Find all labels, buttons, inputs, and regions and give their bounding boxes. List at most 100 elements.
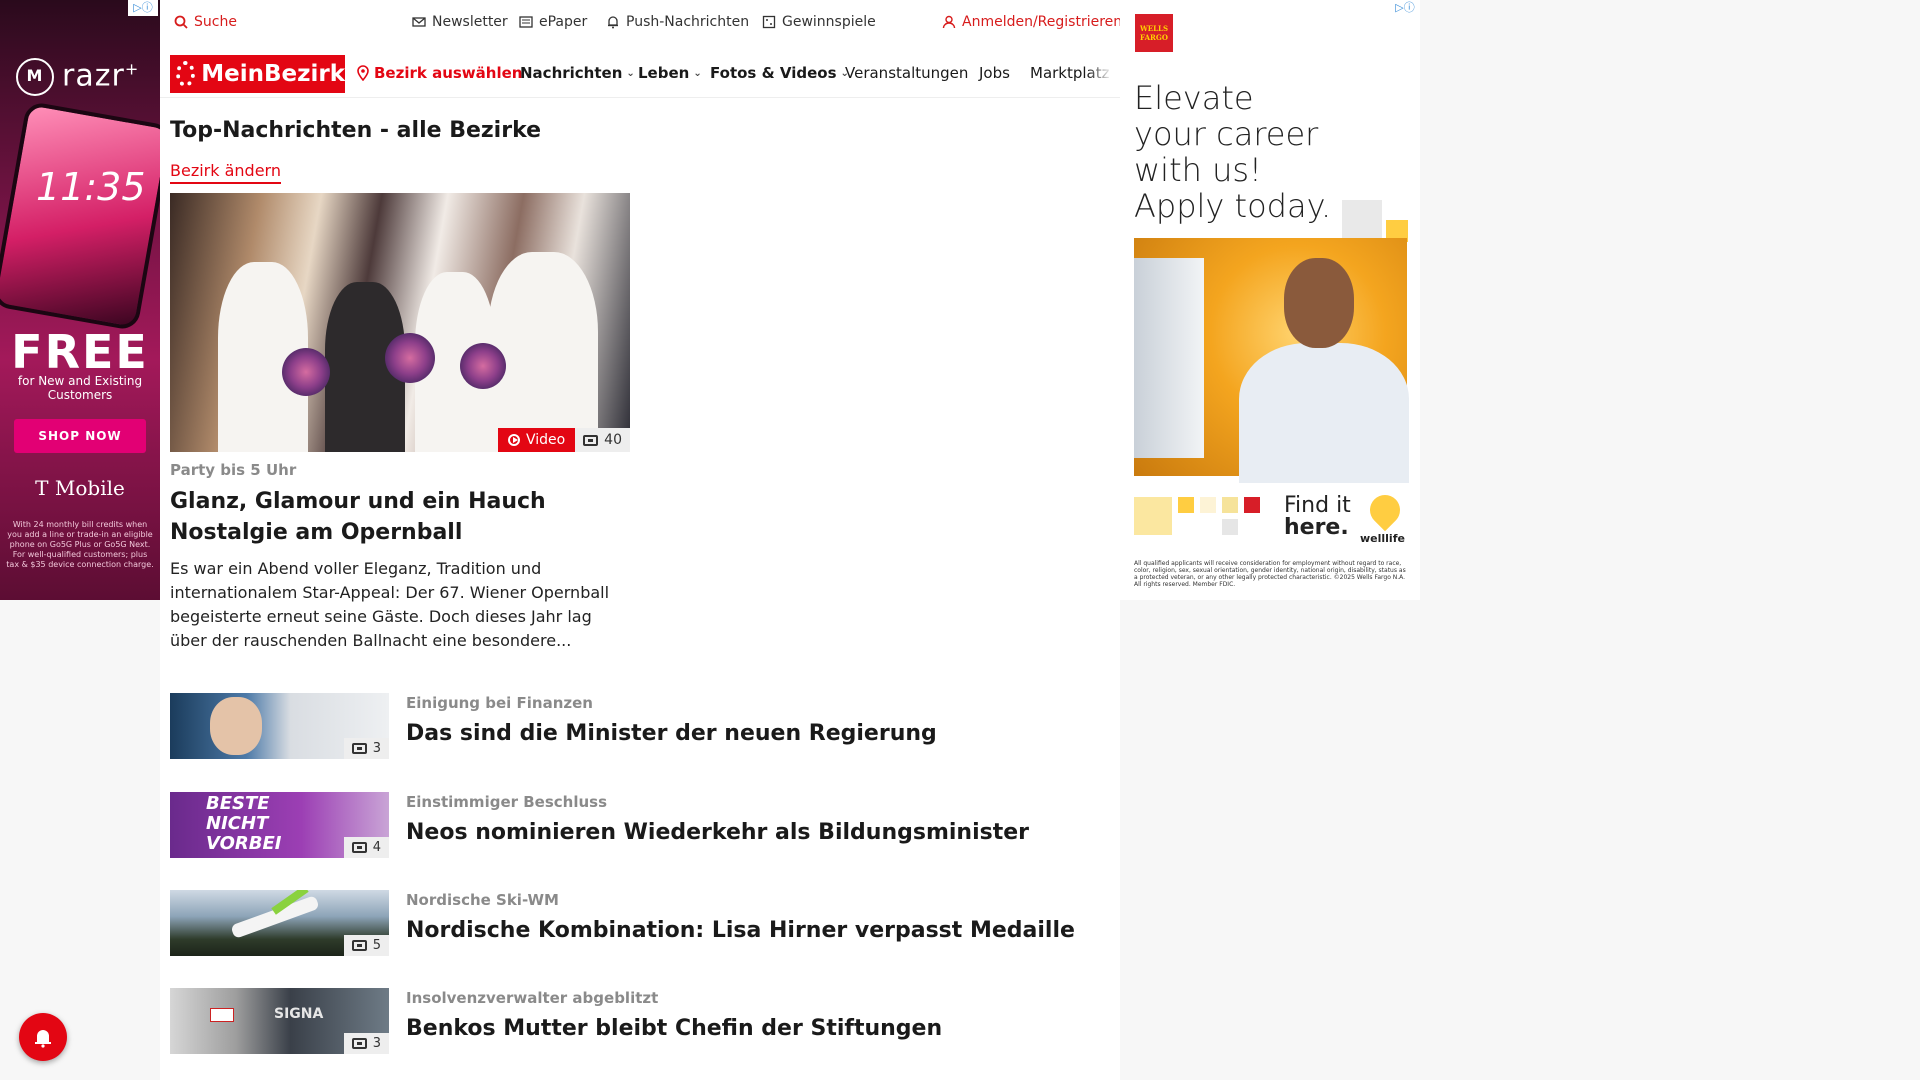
ad-headline-line: with us! [1134, 151, 1262, 189]
person-shape [1284, 258, 1354, 348]
search-icon [174, 15, 188, 29]
push-notification-bell-button[interactable] [19, 1013, 67, 1061]
push-label: Push-Nachrichten [626, 14, 750, 30]
camera-icon [583, 434, 599, 446]
meinbezirk-logo[interactable]: MeinBezirk [170, 55, 345, 93]
login-link[interactable]: Anmelden/Registrieren [942, 14, 1122, 30]
hero-title[interactable]: Glanz, Glamour und ein Hauch Nostalgie a… [170, 486, 640, 548]
ad-headline-line: your career [1134, 115, 1319, 153]
sign-shape [210, 1008, 234, 1022]
article-row[interactable]: 3 Einigung bei Finanzen Das sind die Min… [170, 693, 1110, 759]
article-title[interactable]: Nordische Kombination: Lisa Hirner verpa… [406, 918, 1075, 943]
article-kicker: Einigung bei Finanzen [406, 694, 593, 712]
search-label: Suche [194, 14, 237, 30]
hero-badges: Video 40 [497, 428, 630, 452]
location-pin-icon [357, 65, 369, 81]
ad-free-text: FREE [11, 325, 149, 379]
phone-clock: 11:35 [36, 165, 146, 209]
article-thumbnail[interactable]: 5 [170, 890, 389, 956]
person-shape [210, 697, 262, 755]
epaper-link[interactable]: ePaper [519, 14, 587, 30]
decor-square [1134, 497, 1172, 535]
bouquet-shape [282, 348, 330, 396]
decor-square [1200, 497, 1216, 513]
article-kicker: Insolvenzverwalter abgeblitzt [406, 989, 659, 1007]
article-row[interactable]: SIGNA 3 Insolvenzverwalter abgeblitzt Be… [170, 988, 1110, 1054]
hero-teaser: Es war ein Abend voller Eleganz, Traditi… [170, 559, 610, 650]
nav-leben[interactable]: Leben ⌄ [638, 64, 702, 82]
left-skyscraper-ad[interactable]: ▷ⓘ Mrazr+ 11:35 FREE for New and Existin… [0, 0, 160, 600]
article-title[interactable]: Benkos Mutter bleibt Chefin der Stiftung… [406, 1016, 942, 1041]
image-count: 5 [372, 938, 381, 953]
camera-icon [351, 1038, 367, 1049]
bezirk-change-link[interactable]: Bezirk ändern [170, 161, 281, 184]
nav-marktplatz[interactable]: Marktplatz [1030, 64, 1112, 82]
nav-jobs[interactable]: Jobs [979, 64, 1010, 82]
image-count-badge: 3 [343, 738, 389, 759]
right-skyscraper-ad[interactable]: ▷ⓘ WELLS FARGO Elevate your career with … [1120, 0, 1420, 600]
nav-nachrichten[interactable]: Nachrichten ⌄ [520, 64, 635, 82]
bell-icon [608, 16, 618, 29]
image-count: 4 [372, 840, 381, 855]
video-badge[interactable]: Video [497, 428, 576, 452]
article-kicker: Einstimmiger Beschluss [406, 793, 608, 811]
section-title: Top-Nachrichten - alle Bezirke [170, 118, 542, 143]
welllife-leaf-icon [1363, 488, 1407, 532]
gewinnspiele-link[interactable]: Gewinnspiele [762, 14, 876, 30]
mail-icon [412, 17, 426, 27]
bezirk-select-label: Bezirk auswählen [374, 64, 523, 82]
newsletter-link[interactable]: Newsletter [412, 14, 508, 30]
main-content: Suche Newsletter ePaper Push-Nachrichten… [160, 0, 1122, 1080]
image-count-badge: 3 [343, 1033, 389, 1054]
decor-square [1244, 497, 1260, 513]
newsletter-label: Newsletter [432, 14, 508, 30]
image-count: 3 [372, 1036, 381, 1051]
image-count: 40 [604, 432, 622, 448]
wells-fargo-logo: WELLS FARGO [1135, 14, 1173, 52]
bouquet-shape [385, 333, 435, 383]
nav-fotos-videos[interactable]: Fotos & Videos ⌄ [710, 64, 849, 82]
chevron-down-icon: ⌄ [626, 67, 635, 79]
nav-leben-label: Leben [638, 64, 690, 82]
ad-headline: Elevate your career with us! Apply today… [1134, 80, 1331, 224]
ad-photo [1134, 238, 1409, 483]
find-it-text: Find it [1284, 493, 1351, 518]
hero-image[interactable]: Video 40 [170, 193, 630, 452]
dress-shape [488, 252, 598, 452]
gewinnspiele-label: Gewinnspiele [782, 14, 876, 30]
bouquet-shape [460, 343, 506, 389]
adchoices-icon[interactable]: ▷ⓘ [1390, 0, 1420, 16]
welllife-logo: welllife [1360, 532, 1405, 545]
nav-veranstaltungen[interactable]: Veranstaltungen [845, 64, 968, 82]
here-text: here. [1284, 515, 1349, 540]
article-kicker: Nordische Ski-WM [406, 891, 559, 909]
image-count: 3 [372, 741, 381, 756]
gift-icon [762, 15, 776, 29]
thumbnail-text: SIGNA [274, 1006, 324, 1022]
article-thumbnail[interactable]: BESTE NICHT VORBEI 4 [170, 792, 389, 858]
article-thumbnail[interactable]: 3 [170, 693, 389, 759]
shop-now-button[interactable]: SHOP NOW [14, 419, 146, 453]
monitor-shape [1134, 258, 1204, 458]
motorola-logo-icon: M [16, 58, 54, 96]
article-thumbnail[interactable]: SIGNA 3 [170, 988, 389, 1054]
ad-brand: Mrazr+ [16, 58, 139, 96]
logo-sun-icon [176, 61, 196, 87]
bezirk-select-button[interactable]: Bezirk auswählen [356, 64, 522, 82]
login-label: Anmelden/Registrieren [962, 14, 1123, 30]
decor-square [1222, 519, 1238, 535]
article-row[interactable]: BESTE NICHT VORBEI 4 Einstimmiger Beschl… [170, 792, 1110, 858]
ad-find-it-here[interactable]: Find it here. [1284, 495, 1351, 539]
adchoices-icon[interactable]: ▷ⓘ [128, 0, 158, 16]
article-title[interactable]: Neos nominieren Wiederkehr als Bildungsm… [406, 820, 1029, 845]
nav-nachrichten-label: Nachrichten [520, 64, 623, 82]
hero-kicker: Party bis 5 Uhr [170, 461, 297, 479]
ad-headline-line: Elevate [1134, 79, 1254, 117]
article-row[interactable]: 5 Nordische Ski-WM Nordische Kombination… [170, 890, 1110, 956]
search-link[interactable]: Suche [174, 14, 237, 30]
article-title[interactable]: Das sind die Minister der neuen Regierun… [406, 721, 937, 746]
epaper-label: ePaper [539, 14, 588, 30]
push-notifications-link[interactable]: Push-Nachrichten [606, 14, 749, 30]
top-utility-bar: Suche Newsletter ePaper Push-Nachrichten… [160, 0, 1122, 46]
play-icon [507, 434, 520, 446]
